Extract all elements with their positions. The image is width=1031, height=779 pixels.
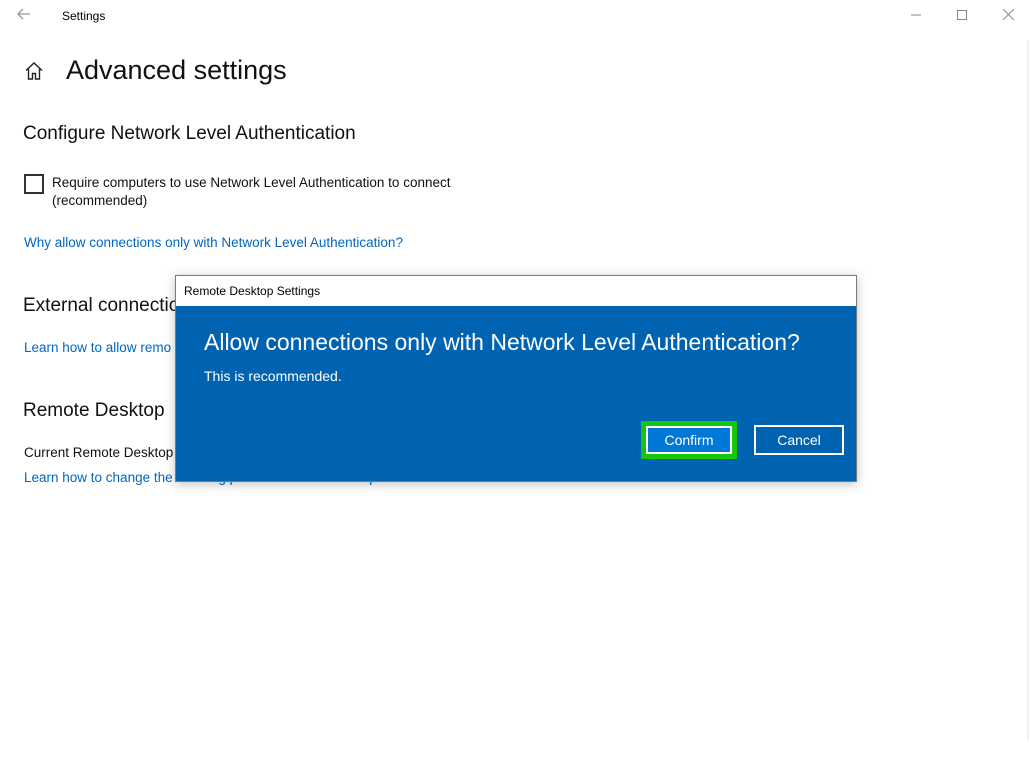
maximize-button[interactable] — [939, 0, 985, 32]
scrollbar[interactable] — [1027, 40, 1029, 740]
current-port-text: Current Remote Desktop — [24, 445, 174, 460]
external-connections-heading: External connectio — [23, 295, 180, 316]
external-connections-link[interactable]: Learn how to allow remo — [24, 340, 171, 355]
confirm-button-label: Confirm — [646, 426, 732, 454]
cancel-button[interactable]: Cancel — [754, 425, 844, 455]
nla-confirm-dialog: Remote Desktop Settings Allow connection… — [175, 275, 857, 482]
back-arrow-icon — [17, 7, 31, 25]
remote-desktop-port-heading: Remote Desktop — [23, 400, 165, 421]
minimize-button[interactable] — [893, 0, 939, 32]
page-title: Advanced settings — [66, 55, 287, 85]
app-title: Settings — [62, 9, 106, 23]
maximize-icon — [957, 7, 967, 25]
minimize-icon — [911, 7, 921, 25]
close-icon — [1002, 7, 1014, 25]
nla-checkbox[interactable] — [24, 174, 44, 194]
nla-checkbox-label[interactable]: Require computers to use Network Level A… — [52, 174, 492, 210]
title-bar: Settings — [0, 0, 1031, 32]
close-button[interactable] — [985, 0, 1031, 32]
home-icon — [24, 61, 44, 86]
dialog-window-title: Remote Desktop Settings — [184, 284, 321, 298]
home-button[interactable] — [22, 61, 46, 85]
why-nla-link[interactable]: Why allow connections only with Network … — [24, 235, 403, 250]
settings-window: Settings Advanced settings Configure Net… — [0, 0, 1031, 779]
confirm-button[interactable]: Confirm — [641, 421, 737, 459]
nla-section-heading: Configure Network Level Authentication — [23, 123, 356, 144]
back-button[interactable] — [8, 2, 40, 30]
dialog-message: This is recommended. — [204, 368, 342, 384]
dialog-heading: Allow connections only with Network Leve… — [204, 329, 800, 355]
dialog-title-bar[interactable]: Remote Desktop Settings — [176, 276, 856, 306]
